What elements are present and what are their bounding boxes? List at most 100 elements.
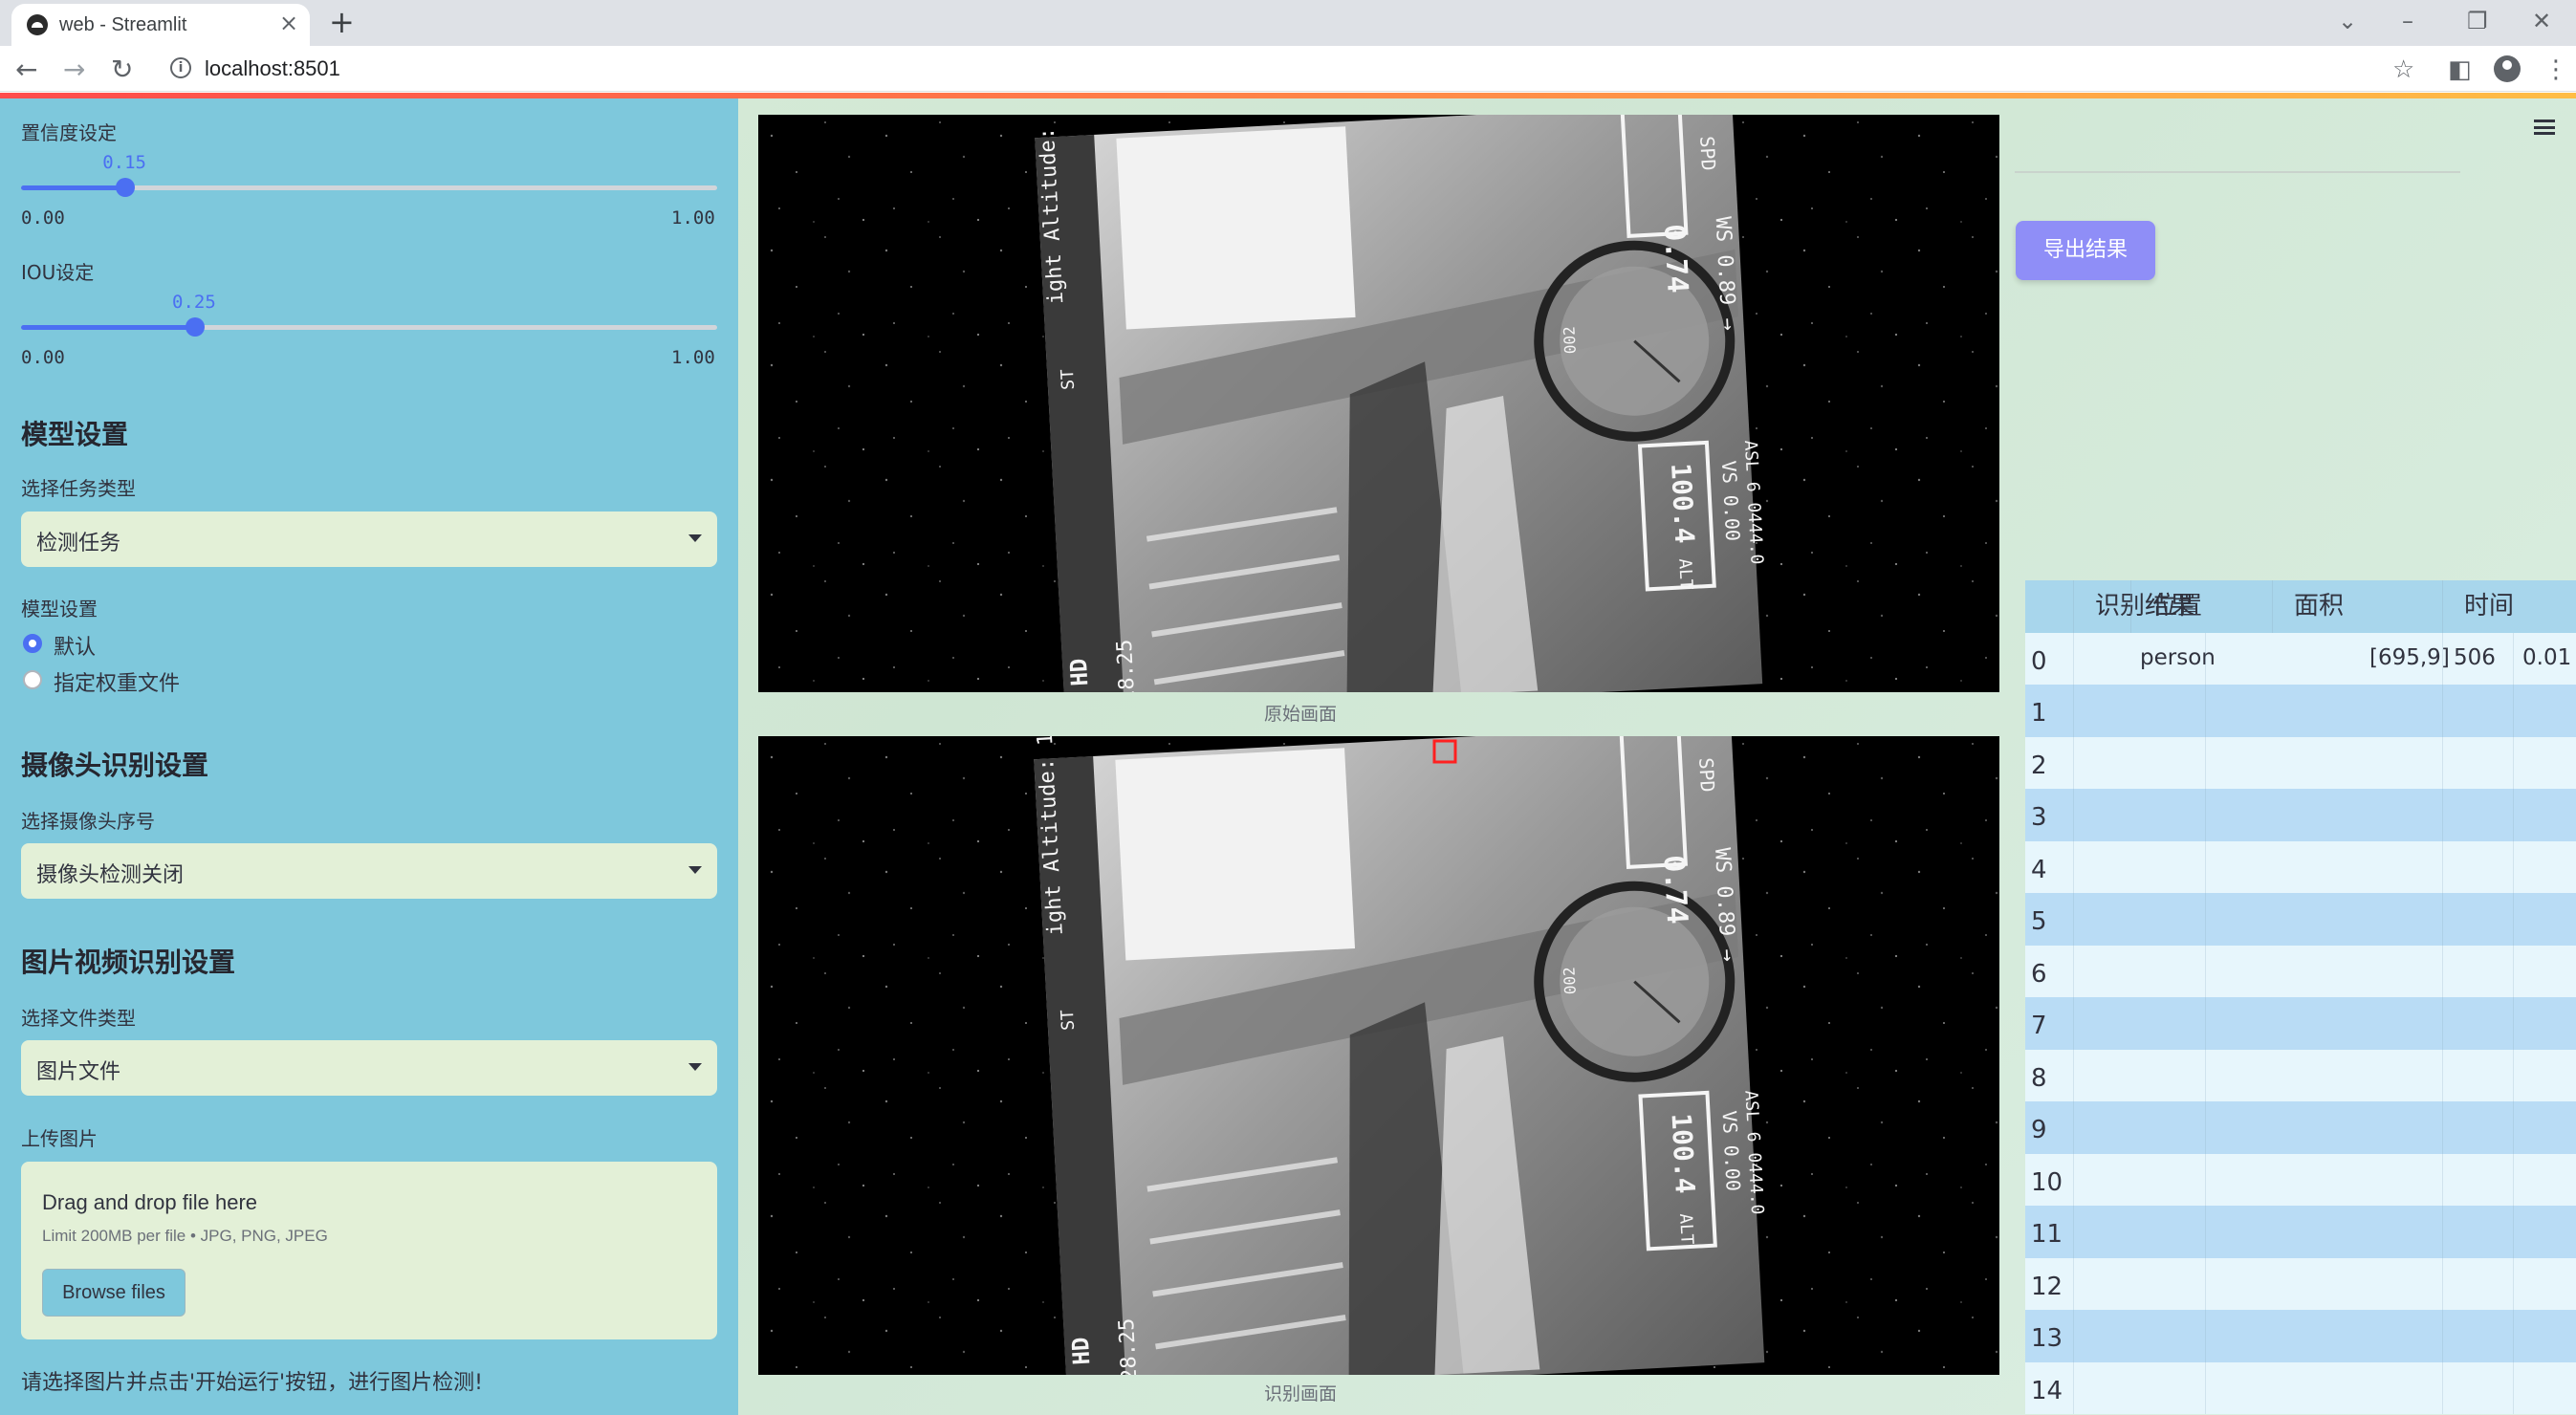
camera-settings-heading: 摄像头识别设置 — [21, 750, 209, 781]
column-separator — [2442, 1049, 2443, 1101]
confidence-label: 置信度设定 — [21, 121, 117, 144]
address-bar-url[interactable]: localhost:8501 — [205, 56, 340, 81]
hud-alt-value: 100.4 — [1665, 462, 1700, 544]
profile-avatar-icon[interactable] — [2494, 55, 2521, 82]
side-panel-icon[interactable]: ◧ — [2448, 55, 2472, 84]
column-separator — [2205, 1310, 2206, 1362]
minimize-icon[interactable]: – — [2402, 8, 2413, 34]
row-index: 11 — [2031, 1220, 2063, 1249]
forward-arrow-icon[interactable]: → — [63, 54, 85, 85]
table-row[interactable]: 2 — [2025, 736, 2576, 789]
results-table[interactable]: 识别结果 位置 面积 时间 0 person [695,9] 506 0.01 1 2 3 4 5 6 7 8 9… — [2025, 580, 2576, 1415]
column-separator — [2442, 1101, 2443, 1154]
file-type-select[interactable]: 图片文件 — [21, 1040, 717, 1096]
column-separator — [2205, 945, 2206, 997]
radio-custom-weights-dot[interactable] — [23, 670, 42, 689]
table-row[interactable]: 13 — [2025, 1310, 2576, 1362]
column-separator — [2442, 1153, 2443, 1206]
table-row[interactable]: 4 — [2025, 840, 2576, 893]
streamlit-favicon-icon — [27, 14, 48, 35]
export-results-button[interactable]: 导出结果 — [2016, 221, 2155, 280]
camera-index-select[interactable]: 摄像头检测关闭 — [21, 843, 717, 899]
column-separator — [2442, 1361, 2443, 1414]
row-index: 13 — [2031, 1324, 2063, 1353]
browser-tab[interactable]: web - Streamlit × — [11, 4, 310, 46]
hud-hd-label: HD — [1065, 658, 1093, 686]
column-separator — [2205, 1049, 2206, 1101]
task-type-value: 检测任务 — [36, 532, 121, 555]
table-row[interactable]: 14 — [2025, 1361, 2576, 1414]
iou-value: 0.25 — [172, 292, 216, 313]
streamlit-app: 置信度设定 0.15 0.00 1.00 IOU设定 0.25 0.00 1.0… — [0, 93, 2576, 1415]
iou-slider[interactable] — [21, 317, 717, 337]
table-row[interactable]: 12 — [2025, 1257, 2576, 1310]
table-row[interactable]: 8 — [2025, 1049, 2576, 1101]
results-column-header[interactable]: 面积 — [2272, 580, 2344, 633]
table-row[interactable]: 7 — [2025, 997, 2576, 1050]
table-row[interactable]: 3 — [2025, 789, 2576, 841]
column-separator — [2205, 685, 2206, 737]
column-separator — [2513, 893, 2514, 946]
column-separator — [2205, 997, 2206, 1050]
column-separator — [2513, 997, 2514, 1050]
column-separator — [2073, 893, 2074, 946]
column-separator — [2205, 789, 2206, 841]
close-window-icon[interactable]: ✕ — [2532, 8, 2551, 34]
table-row[interactable]: 10 — [2025, 1153, 2576, 1206]
file-type-value: 图片文件 — [36, 1060, 121, 1084]
row-index: 7 — [2031, 1012, 2047, 1040]
browser-tab-bar: web - Streamlit × + ⌄ – ❐ ✕ — [0, 0, 2576, 46]
restore-icon[interactable]: ❐ — [2467, 8, 2488, 34]
hud-alt-label: ALT — [1675, 1213, 1697, 1246]
column-separator — [2442, 736, 2443, 789]
table-row[interactable]: 5 — [2025, 893, 2576, 946]
iou-slider-fill — [21, 325, 195, 330]
task-type-label: 选择任务类型 — [21, 477, 136, 500]
results-column-header[interactable]: 位置 — [2130, 580, 2202, 633]
radio-default-label: 默认 — [54, 636, 97, 660]
results-column-header[interactable]: 时间 — [2442, 580, 2514, 633]
chevron-down-icon — [688, 534, 702, 542]
browser-menu-icon[interactable]: ⋮ — [2543, 55, 2568, 84]
browse-files-button[interactable]: Browse files — [42, 1269, 186, 1317]
hud-vertical-speed: VS 0.00 — [1717, 1110, 1744, 1191]
hud-speed-value: 0.74 — [1656, 854, 1693, 925]
column-separator — [2205, 1101, 2206, 1154]
radio-default-dot[interactable] — [23, 634, 42, 653]
confidence-slider-thumb[interactable] — [116, 178, 136, 197]
bookmark-star-icon[interactable]: ☆ — [2392, 55, 2414, 84]
column-separator — [2073, 789, 2074, 841]
row-area: 506 — [2454, 644, 2496, 670]
column-separator — [2073, 840, 2074, 893]
confidence-min: 0.00 — [21, 207, 65, 229]
table-row[interactable]: 11 — [2025, 1206, 2576, 1258]
column-separator — [2513, 1153, 2514, 1206]
column-separator — [2205, 893, 2206, 946]
drop-instructions: Drag and drop file here — [42, 1190, 258, 1214]
table-row[interactable]: 1 — [2025, 685, 2576, 737]
hud-speed-label: SPD — [1694, 757, 1719, 793]
iou-slider-thumb[interactable] — [186, 317, 205, 337]
table-row[interactable]: 9 — [2025, 1101, 2576, 1154]
confidence-slider[interactable] — [21, 178, 717, 197]
hud-speed-label: SPD — [1695, 136, 1720, 171]
tab-search-chevron-icon[interactable]: ⌄ — [2338, 8, 2357, 34]
file-uploader-dropzone[interactable]: Drag and drop file here Limit 200MB per … — [21, 1162, 717, 1339]
detected-image-caption: 识别画面 — [1263, 1383, 1337, 1404]
tab-close-icon[interactable]: × — [279, 10, 298, 36]
column-separator — [2205, 632, 2206, 685]
new-tab-icon[interactable]: + — [329, 4, 355, 40]
app-menu-icon[interactable] — [2534, 120, 2555, 135]
column-separator — [2073, 1361, 2074, 1414]
original-image-canvas: ight Altitude: 1640 ft 0.74 SPD WS 0.89 … — [758, 115, 1999, 692]
confidence-value: 0.15 — [102, 152, 146, 173]
table-row[interactable]: 6 — [2025, 945, 2576, 997]
reload-icon[interactable]: ↻ — [111, 54, 133, 85]
site-info-icon[interactable]: i — [170, 57, 191, 78]
task-type-select[interactable]: 检测任务 — [21, 512, 717, 567]
column-separator — [2073, 945, 2074, 997]
row-index: 0 — [2031, 646, 2047, 676]
back-arrow-icon[interactable]: ← — [15, 54, 37, 85]
row-position: [695,9] — [2369, 644, 2450, 670]
table-row[interactable]: 0 person [695,9] 506 0.01 — [2025, 632, 2576, 685]
